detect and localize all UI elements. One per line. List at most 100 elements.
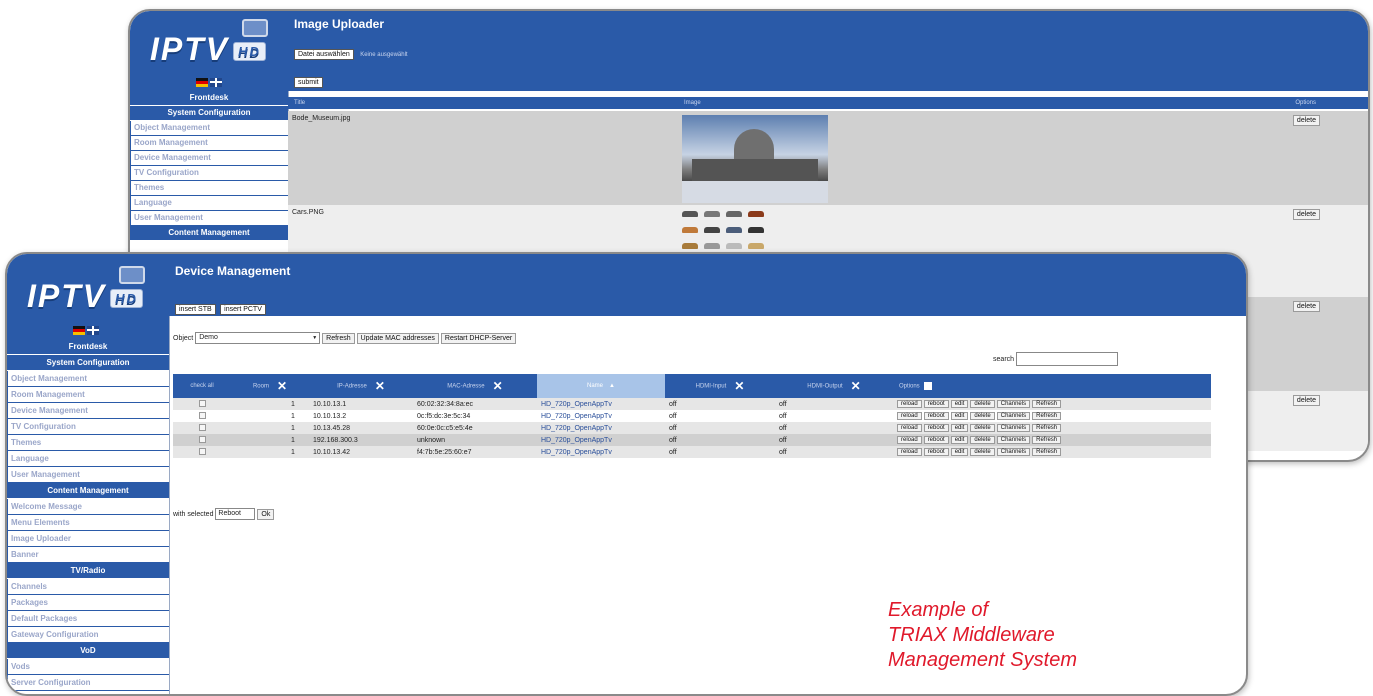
sidebar-item[interactable]: Image Uploader [7, 531, 169, 547]
col-room[interactable]: Room ✕ [231, 374, 309, 398]
top-bar: Image Uploader Datei auswählen Keine aus… [288, 11, 1368, 91]
sidebar-item[interactable]: Channels [7, 579, 169, 595]
remove-filter-icon[interactable]: ✕ [734, 379, 744, 393]
delete-button[interactable]: delete [970, 412, 995, 420]
reload-button[interactable]: reload [897, 424, 922, 432]
col-ip[interactable]: IP-Adresse ✕ [309, 374, 413, 398]
row-checkbox[interactable] [198, 411, 206, 419]
sidebar-item[interactable]: Room Management [130, 136, 288, 151]
delete-button[interactable]: delete [1292, 395, 1320, 406]
sort-asc-icon[interactable]: ▲ [609, 383, 615, 389]
sidebar-item[interactable]: Object Management [7, 371, 169, 387]
delete-button[interactable]: delete [970, 436, 995, 444]
edit-button[interactable]: edit [950, 424, 969, 432]
remove-filter-icon[interactable]: ✕ [851, 379, 861, 393]
remove-filter-icon[interactable]: ✕ [277, 379, 287, 393]
col-mac[interactable]: MAC-Adresse ✕ [413, 374, 537, 398]
museum-image [682, 115, 828, 203]
options-menu-icon[interactable] [923, 382, 932, 390]
sidebar-item[interactable]: TV Configuration [7, 419, 169, 435]
channels-button[interactable]: Channels [996, 412, 1031, 420]
delete-button[interactable]: delete [970, 424, 995, 432]
sidebar-item[interactable]: TV Configuration [130, 166, 288, 181]
sidebar-item[interactable]: Device Management [130, 151, 288, 166]
delete-button[interactable]: delete [970, 400, 995, 408]
cell-name[interactable]: HD_720p_OpenAppTv [541, 401, 612, 408]
reboot-button[interactable]: reboot [923, 436, 949, 444]
delete-button[interactable]: delete [970, 448, 995, 456]
object-select[interactable]: Demo [195, 332, 321, 344]
edit-button[interactable]: edit [950, 448, 969, 456]
row-checkbox[interactable] [198, 423, 206, 431]
sidebar-item[interactable]: User Management [7, 467, 169, 483]
sidebar-item[interactable]: Default Packages [7, 611, 169, 627]
insert-stb-button[interactable]: insert STB [175, 304, 216, 315]
row-checkbox[interactable] [198, 447, 206, 455]
sidebar-item[interactable]: Packages [7, 595, 169, 611]
refresh-button[interactable]: Refresh [1032, 448, 1062, 456]
reload-button[interactable]: reload [897, 448, 922, 456]
row-checkbox[interactable] [198, 435, 206, 443]
refresh-button[interactable]: Refresh [1032, 436, 1062, 444]
row-checkbox[interactable] [198, 399, 206, 407]
sidebar-item[interactable]: Language [130, 196, 288, 211]
reboot-button[interactable]: reboot [923, 412, 949, 420]
sidebar-item[interactable]: Banner [7, 547, 169, 563]
uk-flag-icon[interactable] [87, 326, 99, 335]
sidebar-item[interactable]: Themes [130, 181, 288, 196]
reboot-button[interactable]: reboot [923, 400, 949, 408]
cell-name[interactable]: HD_720p_OpenAppTv [541, 413, 612, 420]
german-flag-icon[interactable] [196, 78, 208, 87]
insert-pctv-button[interactable]: insert PCTV [220, 304, 266, 315]
channels-button[interactable]: Channels [996, 424, 1031, 432]
sidebar-item[interactable]: Themes [7, 435, 169, 451]
with-selected-select[interactable]: Reboot [215, 508, 256, 520]
channels-button[interactable]: Channels [996, 448, 1031, 456]
channels-button[interactable]: Channels [996, 400, 1031, 408]
col-hdmi-in[interactable]: HDMI-Input ✕ [665, 374, 775, 398]
reload-button[interactable]: reload [897, 400, 922, 408]
refresh-button[interactable]: Refresh [322, 332, 355, 344]
edit-button[interactable]: edit [950, 400, 969, 408]
ok-button[interactable]: Ok [257, 508, 275, 520]
reboot-button[interactable]: reboot [923, 448, 949, 456]
search-input[interactable] [1016, 352, 1118, 366]
delete-button[interactable]: delete [1292, 301, 1320, 312]
sidebar-item[interactable]: User Management [130, 211, 288, 226]
remove-filter-icon[interactable]: ✕ [493, 379, 503, 393]
sidebar-item[interactable]: Device Management [7, 403, 169, 419]
sidebar-item[interactable]: Welcome Message [7, 499, 169, 515]
choose-file-button[interactable]: Datei auswählen [294, 49, 354, 60]
remove-filter-icon[interactable]: ✕ [375, 379, 385, 393]
reload-button[interactable]: reload [897, 412, 922, 420]
col-name[interactable]: Name ▲ [537, 374, 665, 398]
delete-button[interactable]: delete [1292, 115, 1320, 126]
reboot-button[interactable]: reboot [923, 424, 949, 432]
col-hdmi-out[interactable]: HDMI-Output ✕ [775, 374, 893, 398]
cell-hdmi-in: off [669, 448, 677, 456]
restart-dhcp-button[interactable]: Restart DHCP-Server [440, 332, 517, 344]
sidebar-item[interactable]: Server Configuration [7, 675, 169, 691]
sidebar-item[interactable]: Room Management [7, 387, 169, 403]
submit-button[interactable]: submit [294, 77, 323, 88]
sidebar-item[interactable]: Gateway Configuration [7, 627, 169, 643]
cell-name[interactable]: HD_720p_OpenAppTv [541, 449, 612, 456]
sidebar-item[interactable]: Language [7, 451, 169, 467]
german-flag-icon[interactable] [73, 326, 85, 335]
uk-flag-icon[interactable] [210, 78, 222, 87]
refresh-button[interactable]: Refresh [1032, 400, 1062, 408]
cell-name[interactable]: HD_720p_OpenAppTv [541, 425, 612, 432]
reload-button[interactable]: reload [897, 436, 922, 444]
sidebar-item[interactable]: Menu Elements [7, 515, 169, 531]
channels-button[interactable]: Channels [996, 436, 1031, 444]
edit-button[interactable]: edit [950, 412, 969, 420]
refresh-button[interactable]: Refresh [1032, 424, 1062, 432]
delete-button[interactable]: delete [1292, 209, 1320, 220]
cell-name[interactable]: HD_720p_OpenAppTv [541, 437, 612, 444]
edit-button[interactable]: edit [950, 436, 969, 444]
refresh-button[interactable]: Refresh [1032, 412, 1062, 420]
sidebar-item[interactable]: Object Management [130, 121, 288, 136]
update-mac-button[interactable]: Update MAC addresses [356, 332, 439, 344]
col-check-all[interactable]: check all [173, 374, 231, 398]
sidebar-item[interactable]: Vods [7, 659, 169, 675]
